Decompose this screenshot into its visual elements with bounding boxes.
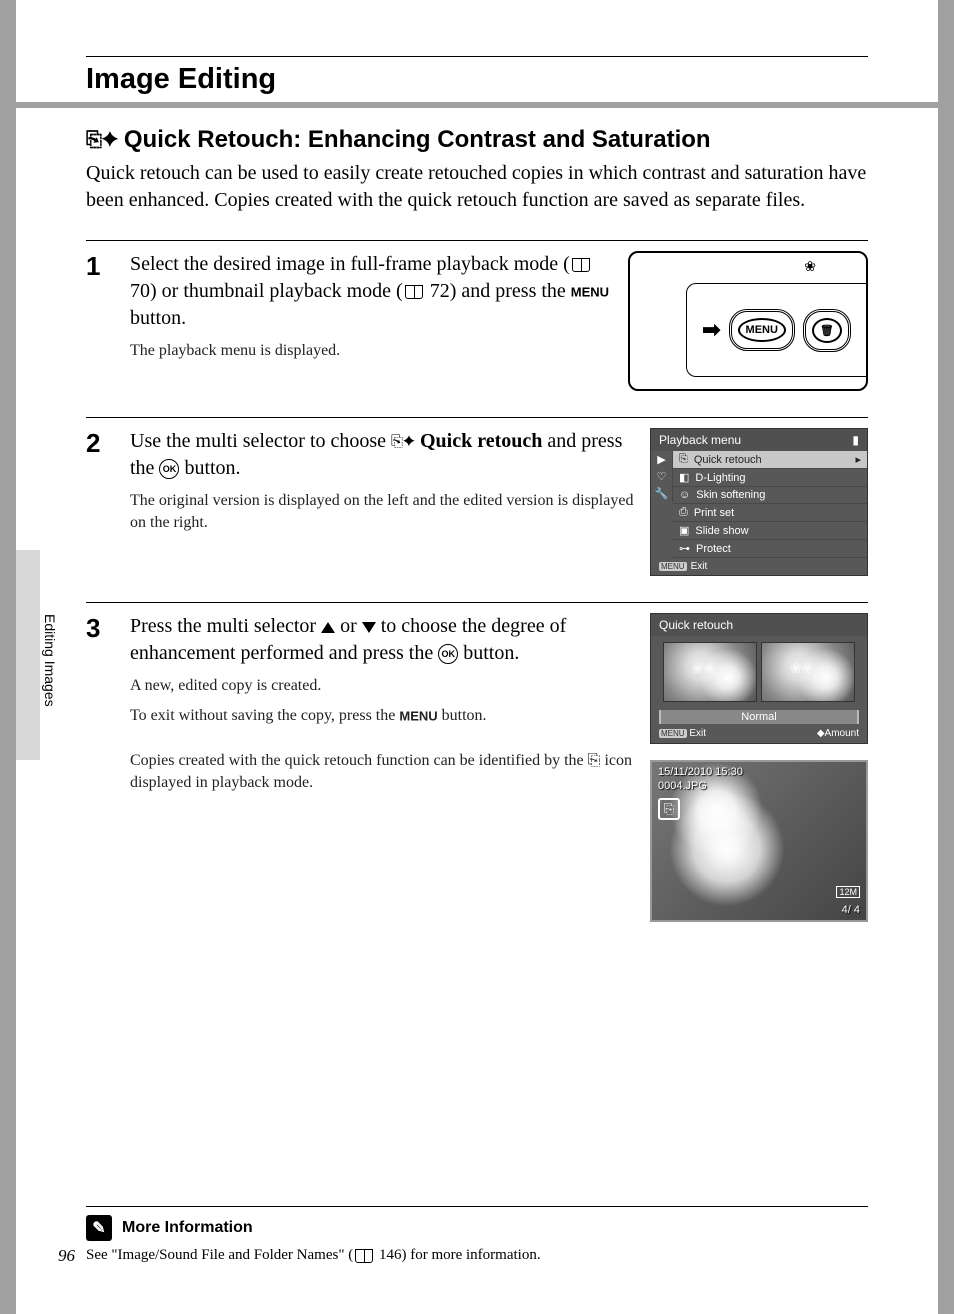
enhancement-level: Normal <box>659 710 859 724</box>
step-number: 2 <box>86 428 116 576</box>
menu-item-quick-retouch: ⎘Quick retouch▸ <box>673 451 867 469</box>
step-1-illustration: ❀ ➡ MENU 🗑 <box>628 251 868 391</box>
print-icon: ⎙ <box>679 506 688 519</box>
step-2: 2 Use the multi selector to choose ⎘✦ Qu… <box>86 417 868 576</box>
retouch-copy-icon: ⎘ <box>588 752 601 769</box>
quick-retouch-icon: ⎘ <box>679 453 688 466</box>
step-3: 3 Press the multi selector or to choose … <box>86 602 868 922</box>
triangle-up-icon <box>321 622 335 633</box>
menu-label: MENU <box>571 285 609 300</box>
playback-menu-screen: Playback menu ▮ ▶ ♡ 🔧 ⎘Quick retouch▸ ◧D-… <box>650 428 868 576</box>
more-info-heading: More Information <box>122 1219 253 1237</box>
step-2-illustration: Playback menu ▮ ▶ ♡ 🔧 ⎘Quick retouch▸ ◧D-… <box>650 428 868 576</box>
skin-icon: ☺ <box>679 489 690 501</box>
step-number: 3 <box>86 613 116 922</box>
menu-badge: MENU <box>659 562 687 571</box>
title-rule <box>86 56 868 57</box>
triangle-down-icon <box>362 622 376 633</box>
more-info-body: See "Image/Sound File and Folder Names" … <box>86 1247 868 1264</box>
ok-button-icon: OK <box>438 644 458 664</box>
photo-filename: 0004.JPG <box>658 780 707 792</box>
trash-button: 🗑 <box>812 318 842 343</box>
slideshow-icon: ▣ <box>679 524 689 537</box>
photo-counter: 4/ 4 <box>842 904 860 916</box>
page-title: Image Editing <box>86 63 938 96</box>
step-3-text: Press the multi selector or to choose th… <box>130 613 634 922</box>
wrench-tab-icon: 🔧 <box>651 485 673 502</box>
dlighting-icon: ◧ <box>679 471 689 484</box>
quick-retouch-icon: ⎘✦ <box>86 129 118 152</box>
step-1-sub: The playback menu is displayed. <box>130 340 612 362</box>
step-3-sub3: Copies created with the quick retouch fu… <box>130 750 634 793</box>
quick-retouch-icon: ⎘✦ <box>391 432 415 452</box>
manual-page: Image Editing ⎘✦ Quick Retouch: Enhancin… <box>16 0 938 1314</box>
arrow-right-icon: ➡ <box>702 317 720 343</box>
ok-button-icon: OK <box>159 459 179 479</box>
step-number: 1 <box>86 251 116 391</box>
photo-resolution: 12M <box>836 886 860 898</box>
side-tab-label: Editing Images <box>42 614 58 707</box>
step-2-sub: The original version is displayed on the… <box>130 490 634 533</box>
step-1: 1 Select the desired image in full-frame… <box>86 240 868 391</box>
quick-retouch-screen: Quick retouch Normal MENU Exit ◆Amount <box>650 613 868 744</box>
step-2-text: Use the multi selector to choose ⎘✦ Quic… <box>130 428 634 576</box>
menu-item-protect: ⊶Protect <box>673 540 867 558</box>
macro-icon: ❀ <box>804 259 816 276</box>
step-3-sub2: To exit without saving the copy, press t… <box>130 705 634 727</box>
content: ⎘✦ Quick Retouch: Enhancing Contrast and… <box>86 126 868 922</box>
original-thumb <box>663 642 757 702</box>
menu-item-dlighting: ◧D-Lighting <box>673 469 867 487</box>
protect-icon: ⊶ <box>679 542 690 555</box>
menu-item-print: ⎙Print set <box>673 504 867 522</box>
lcd-title: Playback menu <box>659 433 741 447</box>
updown-icon: ◆ <box>817 728 825 739</box>
battery-icon: ▮ <box>852 433 859 447</box>
menu-label: MENU <box>399 708 437 723</box>
qr-title: Quick retouch <box>659 618 733 632</box>
book-icon <box>355 1249 373 1263</box>
menu-item-slideshow: ▣Slide show <box>673 522 867 540</box>
playback-photo: 15/11/2010 15:30 0004.JPG ⎘ 12M 4/ 4 <box>650 760 868 922</box>
menu-badge: MENU <box>659 729 687 738</box>
more-information: ✎ More Information See "Image/Sound File… <box>86 1206 868 1264</box>
retouch-copy-icon: ⎘ <box>658 798 680 820</box>
heart-tab-icon: ♡ <box>651 468 673 485</box>
book-icon <box>572 258 590 272</box>
camera-diagram: ❀ ➡ MENU 🗑 <box>628 251 868 391</box>
step-3-illustration: Quick retouch Normal MENU Exit ◆Amount 1… <box>650 613 868 922</box>
photo-datetime: 15/11/2010 15:30 <box>658 766 743 778</box>
subtitle-text: Quick Retouch: Enhancing Contrast and Sa… <box>124 126 711 154</box>
section-subtitle: ⎘✦ Quick Retouch: Enhancing Contrast and… <box>86 126 868 154</box>
menu-item-skin: ☺Skin softening <box>673 487 867 504</box>
side-tab <box>16 550 40 760</box>
play-tab-icon: ▶ <box>651 451 673 468</box>
book-icon <box>405 285 423 299</box>
menu-button: MENU <box>738 318 786 342</box>
intro-paragraph: Quick retouch can be used to easily crea… <box>86 160 868 214</box>
title-band <box>16 102 938 108</box>
step-1-text: Select the desired image in full-frame p… <box>130 251 612 391</box>
edited-thumb <box>761 642 855 702</box>
page-number: 96 <box>58 1246 75 1266</box>
info-icon: ✎ <box>86 1215 112 1241</box>
step-3-sub1: A new, edited copy is created. <box>130 675 634 697</box>
